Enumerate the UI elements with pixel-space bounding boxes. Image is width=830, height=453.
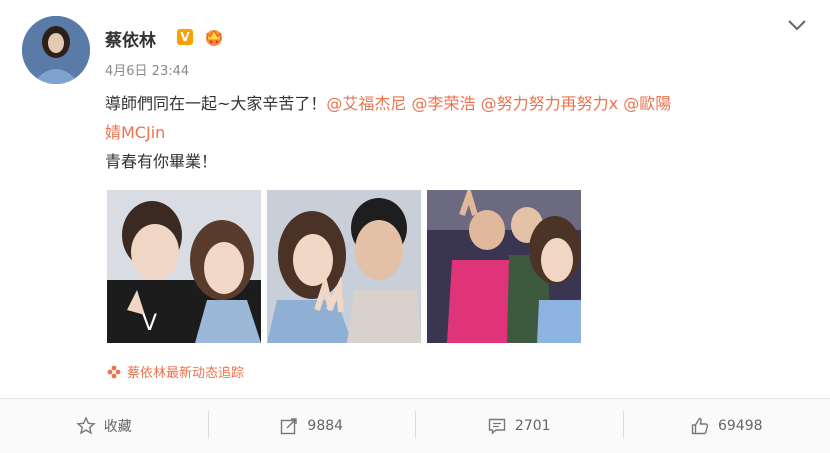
repost-button[interactable]: 9884 [208,399,416,453]
comment-count: 2701 [515,418,551,434]
favorite-label: 收藏 [104,416,132,436]
photo-thumbnail-3[interactable] [427,190,581,343]
star-icon [76,416,96,436]
like-count: 69498 [718,418,763,434]
action-bar: 收藏 9884 2701 69498 [0,398,830,453]
post-text: 導師們同在一起~大家辛苦了！@艾福杰尼 @李荣浩 @努力努力再努力x @歐陽 婧… [105,89,805,176]
repost-icon [279,416,299,436]
mention-link-continued[interactable]: 婧MCJin [105,123,165,142]
photo-thumbnail-2[interactable] [267,190,421,343]
tracking-link[interactable]: 蔡依林最新动态追踪 [107,362,244,381]
thumbs-up-icon [690,416,710,436]
weibo-post-card: 蔡依林 V 4月6日 23:44 導師們同在一起~大家辛苦了！@艾福杰尼 @李荣… [0,0,830,452]
mention-link[interactable]: @艾福杰尼 [326,94,406,113]
post-text-line: 青春有你畢業！ [105,152,217,171]
svg-text:V: V [142,311,157,336]
comment-button[interactable]: 2701 [415,399,623,453]
photo-thumbnail-1[interactable]: V [107,190,261,343]
repost-count: 9884 [307,418,343,434]
verified-badge-icon: V [177,29,193,45]
mention-link[interactable]: @李荣浩 [412,94,476,113]
tracking-link-label: 蔡依林最新动态追踪 [127,362,244,381]
post-text-body: 導師們同在一起~大家辛苦了！ [105,94,326,113]
author-name[interactable]: 蔡依林 [105,26,156,51]
comment-icon [487,416,507,436]
like-button[interactable]: 69498 [623,399,830,453]
flower-icon [107,365,121,379]
mention-link[interactable]: @歐陽 [623,94,671,113]
avatar[interactable] [22,16,90,84]
favorite-button[interactable]: 收藏 [0,399,208,453]
mention-link[interactable]: @努力努力再努力x [481,94,618,113]
member-crown-icon [201,27,227,47]
chevron-down-icon[interactable] [786,18,808,32]
post-timestamp[interactable]: 4月6日 23:44 [105,60,189,79]
